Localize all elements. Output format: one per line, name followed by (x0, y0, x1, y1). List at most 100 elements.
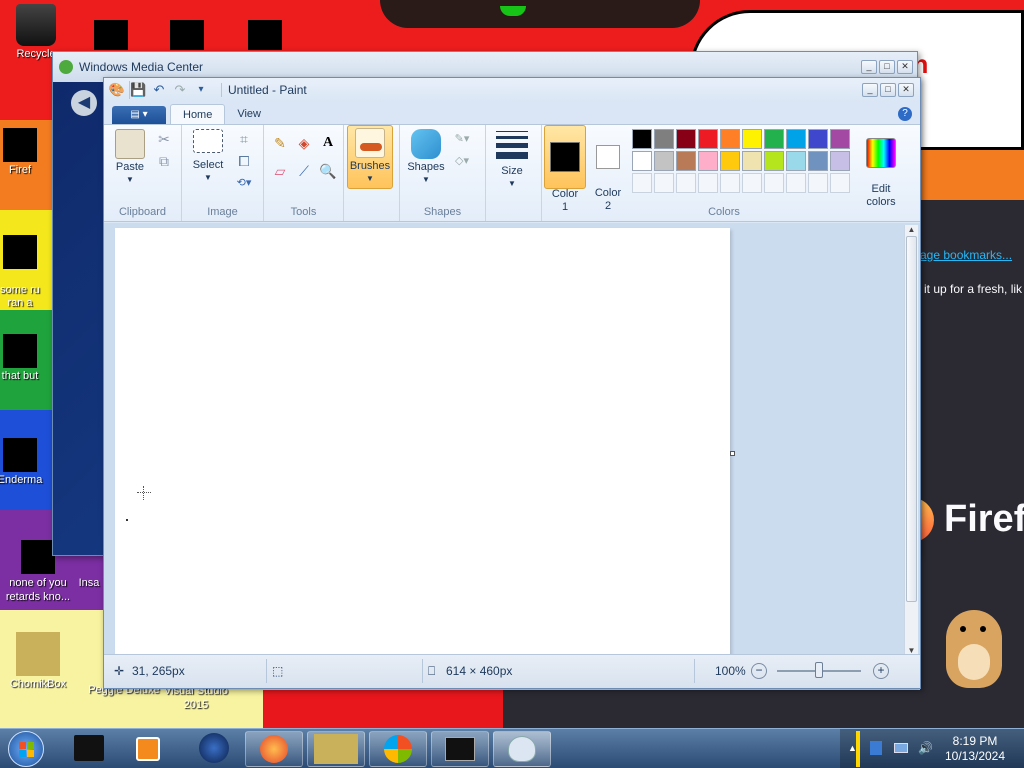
desktop-icon-that-but[interactable]: that but (0, 334, 60, 382)
custom-color-slot[interactable] (742, 173, 762, 193)
custom-color-slot[interactable] (764, 173, 784, 193)
taskbar-windows[interactable] (369, 731, 427, 767)
desktop-icon-some-ru[interactable]: some ru ran a (0, 222, 60, 310)
custom-color-slot[interactable] (808, 173, 828, 193)
color-swatch[interactable] (698, 129, 718, 149)
edit-colors-button[interactable]: Edit colors (858, 125, 904, 209)
paste-button[interactable]: Paste ▼ (110, 129, 150, 185)
custom-color-slot[interactable] (698, 173, 718, 193)
pencil-icon[interactable]: ✎ (270, 133, 290, 153)
color-swatch[interactable] (742, 151, 762, 171)
vertical-scrollbar[interactable]: ▲ ▼ (904, 225, 918, 655)
color-swatch[interactable] (676, 129, 696, 149)
brushes-button[interactable]: Brushes ▼ (347, 125, 393, 189)
minimize-icon[interactable]: _ (862, 83, 878, 97)
custom-color-slot[interactable] (676, 173, 696, 193)
zoom-in-icon[interactable]: + (873, 663, 889, 679)
paint-window[interactable]: 🎨 💾 ↶ ↷ ▾ Untitled - Paint _ □ ✕ ▤ ▾ Hom… (103, 77, 921, 689)
maximize-icon[interactable]: □ (879, 60, 895, 74)
minimize-icon[interactable]: _ (861, 60, 877, 74)
close-icon[interactable]: ✕ (898, 83, 914, 97)
resize-icon[interactable]: ⧠ (234, 151, 254, 171)
close-icon[interactable]: ✕ (897, 60, 913, 74)
hidden-icon[interactable] (170, 20, 204, 50)
taskbar-paint[interactable] (493, 731, 551, 767)
outline-icon[interactable]: ✎▾ (452, 129, 472, 149)
color-swatch[interactable] (808, 129, 828, 149)
tab-home[interactable]: Home (170, 104, 226, 124)
taskbar-firefox[interactable] (245, 731, 303, 767)
color-swatch[interactable] (720, 129, 740, 149)
color-swatch[interactable] (786, 151, 806, 171)
desktop-icon-firefox[interactable]: Firef (0, 128, 60, 176)
chomikbox-icon (16, 632, 60, 676)
media-center-taskbar-icon[interactable] (199, 733, 229, 763)
eraser-icon[interactable]: ▱ (270, 161, 290, 181)
color-swatch[interactable] (830, 151, 850, 171)
rotate-icon[interactable]: ⟲▾ (234, 173, 254, 193)
color-swatch[interactable] (764, 129, 784, 149)
volume-icon[interactable]: 🔊 (918, 741, 933, 755)
size-button[interactable]: Size ▼ (492, 129, 532, 189)
copy-icon[interactable]: ⧉ (154, 151, 174, 171)
clock[interactable]: 8:19 PM 10/13/2024 (940, 734, 1010, 764)
help-icon[interactable]: ? (898, 107, 912, 121)
resize-handle[interactable] (730, 451, 735, 456)
fill-shape-icon[interactable]: ◇▾ (452, 151, 472, 171)
select-button[interactable]: Select ▼ (188, 129, 228, 183)
scroll-up-icon[interactable]: ▲ (905, 225, 918, 234)
shapes-button[interactable]: Shapes ▼ (404, 129, 448, 185)
manage-bookmarks-link[interactable]: age bookmarks... (920, 248, 1012, 262)
tab-view[interactable]: View (225, 104, 273, 124)
fill-icon[interactable]: ◈ (294, 133, 314, 153)
taskbar-console[interactable] (431, 731, 489, 767)
color1-button[interactable]: Color 1 (544, 125, 586, 213)
custom-color-slot[interactable] (632, 173, 652, 193)
color-swatch[interactable] (632, 129, 652, 149)
maximize-icon[interactable]: □ (880, 83, 896, 97)
color-swatch[interactable] (654, 129, 674, 149)
paint-menu-button[interactable]: ▤ ▾ (112, 106, 166, 124)
hidden-icon[interactable] (94, 20, 128, 50)
taskbar-app-icon[interactable] (74, 735, 104, 761)
back-arrow-icon[interactable]: ◀ (71, 90, 97, 116)
save-icon[interactable]: 💾 (129, 81, 147, 99)
color-swatch[interactable] (764, 151, 784, 171)
custom-color-slot[interactable] (786, 173, 806, 193)
cut-icon[interactable]: ✂ (154, 129, 174, 149)
color-swatch[interactable] (676, 151, 696, 171)
magnifier-icon[interactable]: 🔍 (318, 161, 338, 181)
desktop-icon-chomikbox[interactable]: ChomikBox (0, 632, 78, 690)
color-swatch[interactable] (654, 151, 674, 171)
zoom-slider-thumb[interactable] (815, 662, 823, 678)
zoom-out-icon[interactable]: − (751, 663, 767, 679)
color-swatch[interactable] (698, 151, 718, 171)
text-icon[interactable]: A (318, 133, 338, 153)
desktop-icon-enderman[interactable]: Enderma (0, 438, 60, 486)
color-picker-icon[interactable]: ⟋ (294, 161, 314, 181)
customize-dropdown-icon[interactable]: ▾ (192, 81, 210, 99)
color-swatch[interactable] (632, 151, 652, 171)
redo-icon[interactable]: ↷ (171, 81, 189, 99)
color2-button[interactable]: Color 2 (588, 125, 628, 212)
color-swatch[interactable] (742, 129, 762, 149)
tray-app-icon[interactable] (870, 741, 882, 755)
start-button[interactable] (8, 731, 44, 767)
custom-color-slot[interactable] (654, 173, 674, 193)
color-swatch[interactable] (808, 151, 828, 171)
media-player-icon[interactable] (136, 737, 160, 761)
network-icon[interactable] (894, 743, 908, 753)
dropdown-icon: ▼ (204, 173, 212, 182)
color-swatch[interactable] (720, 151, 740, 171)
drawing-canvas[interactable] (115, 228, 730, 656)
custom-color-slot[interactable] (720, 173, 740, 193)
custom-color-slot[interactable] (830, 173, 850, 193)
color-swatch[interactable] (786, 129, 806, 149)
taskbar-chomikbox[interactable] (307, 731, 365, 767)
color-swatch[interactable] (830, 129, 850, 149)
hidden-icon[interactable] (248, 20, 282, 50)
scroll-thumb[interactable] (906, 236, 917, 602)
desktop-icon-insane[interactable]: Insa (74, 577, 104, 589)
undo-icon[interactable]: ↶ (150, 81, 168, 99)
crop-icon[interactable]: ⌗ (234, 129, 254, 149)
